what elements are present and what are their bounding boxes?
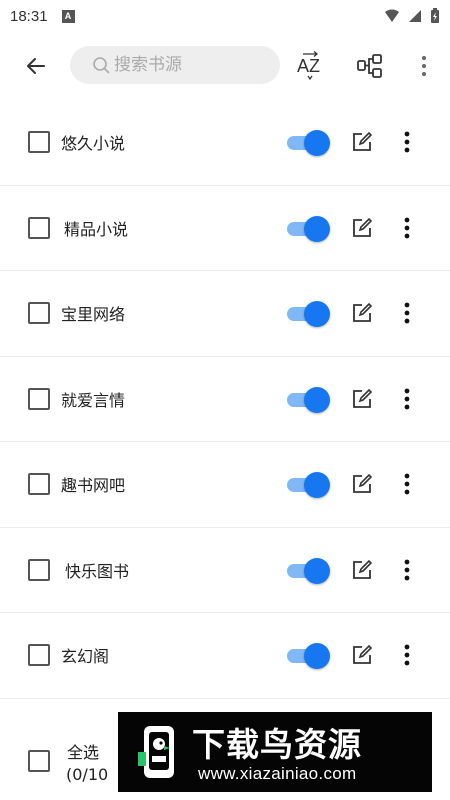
source-name: 快乐图书 (65, 561, 130, 581)
group-button[interactable] (354, 50, 386, 82)
edit-icon (353, 132, 373, 152)
row-checkbox[interactable] (28, 558, 50, 581)
more-options-button[interactable] (408, 50, 440, 82)
row-more-button[interactable] (396, 471, 418, 497)
list-item: 精品小说 (0, 186, 450, 271)
row-checkbox[interactable] (28, 644, 50, 667)
more-vert-icon (404, 559, 410, 581)
row-more-button[interactable] (396, 300, 418, 326)
list-item: 快乐图书 (0, 528, 450, 613)
edit-icon (353, 303, 373, 323)
edit-button[interactable] (350, 301, 374, 325)
status-time: 18:31 (10, 7, 48, 25)
sort-az-icon: A Z (297, 51, 320, 81)
row-more-button[interactable] (396, 557, 418, 583)
edit-button[interactable] (350, 558, 374, 582)
notification-icon: A (61, 9, 75, 23)
enable-toggle[interactable] (287, 472, 330, 499)
row-checkbox[interactable] (28, 473, 50, 496)
watermark-url: www.xiazainiao.com (198, 764, 357, 783)
source-name: 悠久小说 (61, 134, 126, 154)
list-item: 玄幻阁 (0, 613, 450, 699)
enable-toggle[interactable] (287, 301, 330, 328)
select-all-label: 全选 (67, 743, 100, 762)
more-vert-icon (404, 644, 410, 666)
battery-icon (431, 8, 439, 23)
edit-button[interactable] (350, 472, 374, 496)
row-more-button[interactable] (396, 386, 418, 412)
toolbar: A Z (0, 38, 450, 94)
edit-icon (353, 474, 373, 494)
edit-icon (353, 217, 373, 237)
source-name: 宝里网络 (61, 305, 126, 325)
svg-text:A: A (297, 56, 309, 76)
watermark-title: 下载鸟资源 (192, 725, 362, 764)
back-button[interactable] (20, 50, 52, 82)
source-name: 玄幻阁 (61, 647, 110, 667)
edit-icon (353, 388, 373, 408)
watermark-banner: 下载鸟资源 www.xiazainiao.com (118, 712, 432, 792)
more-vert-icon (404, 388, 410, 410)
list-item: 悠久小说 (0, 100, 450, 186)
row-checkbox[interactable] (28, 387, 50, 410)
enable-toggle[interactable] (287, 643, 330, 670)
row-more-button[interactable] (396, 215, 418, 241)
enable-toggle[interactable] (287, 557, 330, 584)
source-name: 就爱言情 (61, 390, 126, 410)
bird-logo-icon (138, 726, 174, 778)
sort-button[interactable]: A Z (294, 50, 326, 82)
list-item: 宝里网络 (0, 271, 450, 357)
row-checkbox[interactable] (28, 131, 50, 154)
selection-count: (0/10 (66, 765, 109, 784)
list-item: 趣书网吧 (0, 442, 450, 528)
row-checkbox[interactable] (28, 302, 50, 325)
source-name: 精品小说 (64, 219, 129, 239)
source-list: 悠久小说 精品小说 宝里网络 就爱言情 趣书网吧 快乐图书 玄幻阁 (0, 100, 450, 699)
search-input[interactable] (114, 55, 264, 75)
svg-text:Z: Z (309, 56, 320, 76)
status-icons (384, 8, 440, 24)
enable-toggle[interactable] (287, 215, 330, 242)
list-item: 就爱言情 (0, 357, 450, 442)
row-checkbox[interactable] (28, 216, 50, 239)
more-vert-icon (404, 473, 410, 495)
row-more-button[interactable] (396, 642, 418, 668)
select-all-checkbox[interactable] (28, 750, 50, 772)
enable-toggle[interactable] (287, 386, 330, 413)
edit-button[interactable] (350, 387, 374, 411)
more-vert-icon (404, 302, 410, 324)
edit-icon (353, 645, 373, 665)
more-vert-icon (404, 131, 410, 153)
enable-toggle[interactable] (287, 130, 330, 157)
search-icon (93, 57, 110, 74)
row-more-button[interactable] (396, 129, 418, 155)
more-vert-icon (404, 217, 410, 239)
edit-button[interactable] (350, 216, 374, 240)
back-arrow-icon (27, 58, 45, 74)
edit-button[interactable] (350, 643, 374, 667)
edit-button[interactable] (350, 130, 374, 154)
status-bar: 18:31 A (0, 0, 450, 32)
more-vert-icon (422, 56, 426, 76)
group-icon (357, 54, 382, 78)
source-name: 趣书网吧 (61, 476, 126, 496)
search-box[interactable] (70, 46, 280, 84)
signal-icon (385, 9, 399, 22)
edit-icon (353, 559, 373, 579)
cellular-icon (409, 10, 421, 22)
